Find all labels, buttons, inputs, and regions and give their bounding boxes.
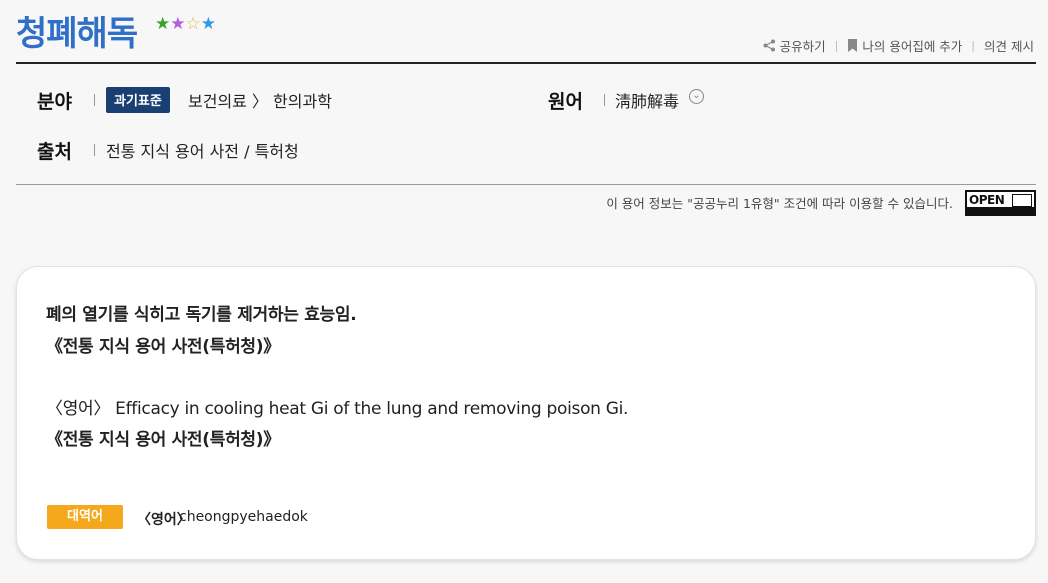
page-title: 청폐해독 [16, 14, 138, 54]
divider [94, 144, 95, 156]
divider [604, 94, 605, 106]
divider: | [971, 39, 976, 52]
share-button[interactable]: 공유하기 [763, 36, 826, 55]
kogl-open-logo[interactable]: OPEN [965, 190, 1036, 216]
difficulty-stars: ★★☆★ [155, 14, 216, 34]
equivalent-term-tag: 대역어 [47, 505, 123, 529]
feedback-label: 의견 제시 [984, 39, 1034, 54]
star-outline-icon: ☆ [185, 14, 201, 34]
add-to-glossary-label: 나의 용어집에 추가 [862, 39, 963, 54]
origin-value: 淸肺解毒 [615, 92, 680, 111]
definition-source: 《전통 지식 용어 사전(특허청)》 [46, 337, 280, 357]
origin-label: 원어 [548, 91, 583, 113]
field-label: 분야 [37, 91, 72, 113]
header-divider [16, 62, 1036, 64]
field-value: 보건의료 〉 한의과학 [188, 92, 332, 111]
add-to-glossary-button[interactable]: 나의 용어집에 추가 [847, 36, 962, 55]
source-label: 출처 [37, 141, 72, 163]
chevron-down-icon[interactable]: ⌄ [689, 89, 704, 104]
standard-badge: 과기표준 [106, 87, 170, 113]
open-logo-word: OPEN [969, 193, 1005, 207]
section-divider [16, 184, 1036, 185]
divider: | [834, 39, 839, 52]
bookmark-icon [848, 39, 858, 52]
license-notice: 이 용어 정보는 "공공누리 1유형" 조건에 따라 이용할 수 있습니다. [606, 196, 953, 211]
definition-english-source: 《전통 지식 용어 사전(특허청)》 [46, 430, 280, 450]
equivalent-term-value: cheongpyehaedok [179, 509, 308, 525]
person-icon [1012, 194, 1032, 207]
definition-korean: 폐의 열기를 식히고 독기를 제거하는 효능임. [46, 305, 357, 325]
feedback-button[interactable]: 의견 제시 [984, 36, 1034, 55]
star-icon: ★ [200, 14, 216, 34]
share-icon [763, 39, 775, 52]
logo-bar [967, 207, 1034, 214]
source-value: 전통 지식 용어 사전 / 특허청 [106, 142, 299, 161]
star-icon: ★ [170, 14, 186, 34]
divider [94, 94, 95, 106]
definition-english: 〈영어〉 Efficacy in cooling heat Gi of the … [46, 399, 629, 419]
header-actions: 공유하기 | 나의 용어집에 추가 | 의견 제시 [763, 36, 1034, 55]
share-label: 공유하기 [779, 39, 826, 54]
star-icon: ★ [155, 14, 171, 34]
